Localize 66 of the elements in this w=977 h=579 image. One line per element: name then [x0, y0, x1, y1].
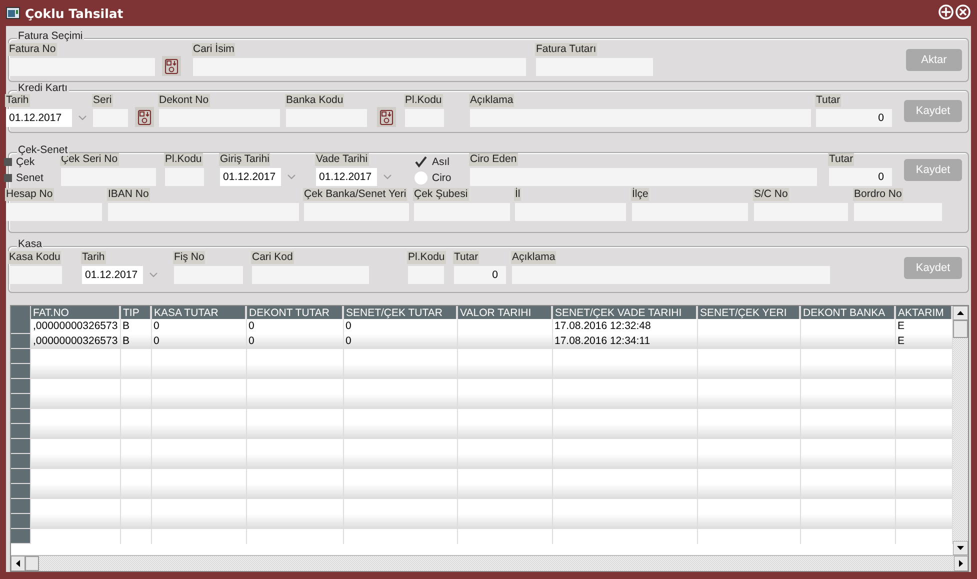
column-header[interactable]: KASA TUTAR — [151, 306, 246, 319]
field-label: İl — [514, 188, 522, 201]
field-label: Fiş No — [173, 251, 206, 264]
field-label: Pl.Kodu — [407, 251, 446, 264]
field-label: Bordro No — [853, 188, 903, 201]
checkbox-label: Asıl — [432, 156, 450, 168]
field-label: Banka Kodu — [285, 94, 344, 107]
field-label: Cari İsim — [192, 43, 236, 56]
table-cell: 0 — [343, 334, 457, 348]
checkbox-label: Ciro — [432, 172, 452, 184]
field-label: Seri — [92, 94, 113, 107]
table-cell: 0 — [246, 334, 343, 348]
group-title: Kredi Kartı — [17, 82, 69, 94]
field-label: S/C No — [753, 188, 789, 201]
table-cell: ,00000000326573 — [30, 319, 120, 334]
table-cell: 17.08.2016 12:34:11 — [552, 334, 697, 348]
checkbox-label: Senet — [16, 172, 44, 184]
field-label: Açıklama — [469, 94, 514, 107]
field-label: İlçe — [631, 188, 650, 201]
group-title: Kasa — [17, 238, 43, 250]
column-header[interactable]: SENET/ÇEK VADE TARIHI — [552, 306, 697, 319]
field-label: Vade Tarihi — [315, 153, 369, 166]
column-header[interactable]: FAT.NO — [30, 306, 120, 319]
field-label: Pl.Kodu — [404, 94, 443, 107]
checkbox-label: Çek — [16, 156, 35, 168]
column-header[interactable]: DEKONT BANKA — [800, 306, 895, 319]
field-label: Cari Kod — [251, 251, 294, 264]
table-cell: E — [895, 334, 952, 348]
field-label: Hesap No — [5, 188, 54, 201]
table-cell: 0 — [151, 319, 246, 334]
field-label: Fatura Tutarı — [535, 43, 598, 56]
field-label: Ciro Eden — [469, 153, 518, 166]
table-cell: B — [120, 319, 151, 334]
field-label: Tutar — [815, 94, 842, 107]
input-field[interactable]: 0 — [816, 109, 892, 127]
field-label: Pl.Kodu — [164, 153, 203, 166]
window-title: Çoklu Tahsilat — [25, 6, 124, 20]
group-title: Fatura Seçimi — [17, 30, 84, 42]
column-header[interactable]: AKTARIM — [895, 306, 952, 319]
field-label: Tarih — [5, 94, 30, 107]
table-cell: 0 — [343, 319, 457, 334]
column-header[interactable]: VALOR TARIHI — [457, 306, 552, 319]
column-header[interactable]: SENET/ÇEK TUTAR — [343, 306, 457, 319]
field-label: Tutar — [453, 251, 480, 264]
input-field[interactable]: 0 — [829, 168, 892, 186]
field-label: Çek Şubesi — [413, 188, 469, 201]
field-label: Çek Banka/Senet Yeri — [303, 188, 408, 201]
table-cell: 0 — [151, 334, 246, 348]
table-cell: ,00000000326573 — [30, 334, 120, 348]
field-label: Tutar — [828, 153, 854, 166]
field-label: Kasa Kodu — [8, 251, 62, 264]
field-label: Dekont No — [158, 94, 210, 107]
table-cell: B — [120, 334, 151, 348]
field-label: Tarih — [81, 251, 106, 264]
column-header[interactable]: SENET/ÇEK YERI — [697, 306, 800, 319]
table-cell: 0 — [246, 319, 343, 334]
column-header[interactable]: TIP — [120, 306, 151, 319]
column-header[interactable]: DEKONT TUTAR — [246, 306, 343, 319]
field-label: IBAN No — [107, 188, 150, 201]
field-label: Giriş Tarihi — [219, 153, 270, 166]
field-label: Fatura No — [8, 43, 57, 56]
input-field[interactable]: 0 — [454, 266, 506, 284]
table-cell: E — [895, 319, 952, 334]
field-label: Açıklama — [511, 251, 556, 264]
group-title: Çek-Senet — [17, 144, 69, 156]
table-cell: 17.08.2016 12:32:48 — [552, 319, 697, 334]
